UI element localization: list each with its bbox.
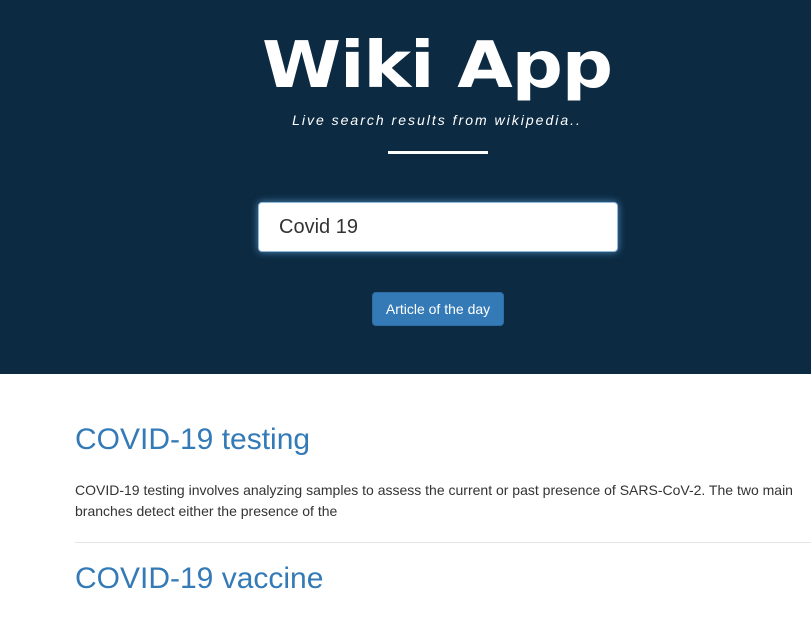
result-title-link[interactable]: COVID-19 vaccine (75, 543, 811, 597)
result-item: COVID-19 vaccine (75, 543, 811, 597)
search-results: COVID-19 testing COVID-19 testing involv… (75, 374, 811, 597)
hero-header: Wiki App Live search results from wikipe… (0, 0, 811, 374)
app-title: Wiki App (262, 29, 613, 103)
result-snippet: COVID-19 testing involves analyzing samp… (75, 482, 793, 519)
result-item: COVID-19 testing COVID-19 testing involv… (75, 374, 811, 543)
title-divider (388, 151, 488, 154)
search-input[interactable] (258, 202, 618, 252)
tagline: Live search results from wikipedia.. (292, 112, 582, 128)
article-of-the-day-button[interactable]: Article of the day (372, 292, 504, 326)
result-title-link[interactable]: COVID-19 testing (75, 374, 811, 458)
